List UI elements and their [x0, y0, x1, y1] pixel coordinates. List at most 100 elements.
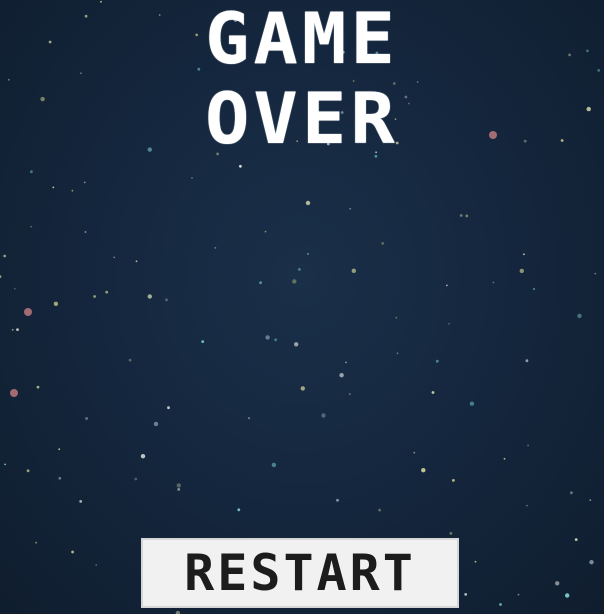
star: [100, 0, 102, 3]
star: [446, 284, 448, 287]
star: [264, 230, 267, 233]
star: [413, 451, 416, 454]
game-over-screen: GAME OVER RESTART: [0, 0, 604, 614]
star: [464, 593, 468, 596]
star: [589, 499, 592, 501]
star: [492, 281, 495, 284]
star: [176, 483, 181, 488]
star: [431, 391, 435, 394]
star: [239, 164, 242, 168]
star: [339, 373, 344, 378]
star: [84, 231, 87, 233]
star: [105, 290, 109, 294]
star: [517, 593, 520, 596]
star: [421, 468, 426, 473]
star: [85, 417, 88, 420]
star: [3, 254, 7, 258]
star: [435, 359, 439, 363]
star: [381, 242, 385, 245]
star: [167, 406, 170, 410]
star: [265, 335, 270, 340]
star: [396, 352, 399, 355]
star: [300, 386, 305, 391]
star: [499, 603, 502, 606]
star: [348, 393, 351, 395]
star: [503, 457, 506, 460]
star: [465, 214, 469, 218]
star: [128, 358, 132, 362]
star: [459, 214, 463, 217]
star: [13, 287, 16, 290]
restart-button[interactable]: RESTART: [141, 538, 459, 608]
star: [93, 295, 96, 298]
star: [570, 491, 573, 495]
star: [577, 313, 582, 319]
star: [449, 532, 453, 535]
star: [4, 463, 6, 466]
star: [134, 477, 138, 481]
red-star: [24, 308, 32, 316]
star: [11, 328, 14, 331]
game-over-title-line-2: OVER: [205, 78, 399, 160]
star: [274, 338, 277, 342]
star: [574, 538, 578, 541]
star: [526, 504, 528, 507]
star: [30, 225, 33, 228]
star: [469, 401, 475, 406]
star: [71, 189, 74, 192]
star: [147, 294, 152, 299]
star: [58, 448, 61, 451]
star: [525, 359, 529, 363]
star: [26, 469, 30, 473]
star: [589, 560, 594, 565]
star: [351, 268, 356, 273]
star: [0, 275, 2, 278]
star: [214, 247, 217, 249]
star: [298, 268, 301, 271]
star: [58, 476, 62, 480]
star: [135, 260, 138, 263]
star: [7, 78, 10, 81]
star: [345, 361, 347, 364]
star: [248, 417, 250, 419]
star: [294, 342, 299, 347]
star: [237, 508, 241, 512]
star: [416, 81, 419, 83]
star: [113, 256, 116, 259]
red-star: [10, 389, 18, 397]
star: [95, 564, 98, 566]
star: [321, 413, 326, 418]
star: [292, 279, 297, 284]
star: [305, 200, 311, 206]
star: [79, 500, 83, 503]
star: [30, 170, 33, 174]
star: [307, 253, 309, 255]
star: [565, 593, 570, 598]
star: [349, 207, 352, 210]
star: [519, 268, 524, 274]
star: [555, 581, 560, 586]
star: [527, 444, 529, 447]
star: [191, 177, 193, 179]
star: [140, 454, 146, 459]
restart-button-label: RESTART: [184, 544, 416, 602]
star: [336, 498, 339, 502]
game-over-title-line-1: GAME: [205, 0, 399, 80]
star: [594, 272, 597, 275]
star: [533, 288, 535, 290]
star: [259, 281, 262, 285]
star: [83, 181, 86, 184]
star: [36, 385, 40, 389]
star: [448, 322, 450, 325]
star: [474, 560, 477, 563]
star: [201, 340, 205, 343]
star: [71, 550, 74, 554]
star: [452, 479, 455, 482]
star: [153, 421, 159, 427]
star: [378, 508, 381, 512]
star: [16, 328, 19, 331]
star: [35, 541, 37, 544]
star: [165, 298, 168, 302]
star: [177, 488, 181, 491]
star: [53, 301, 59, 306]
